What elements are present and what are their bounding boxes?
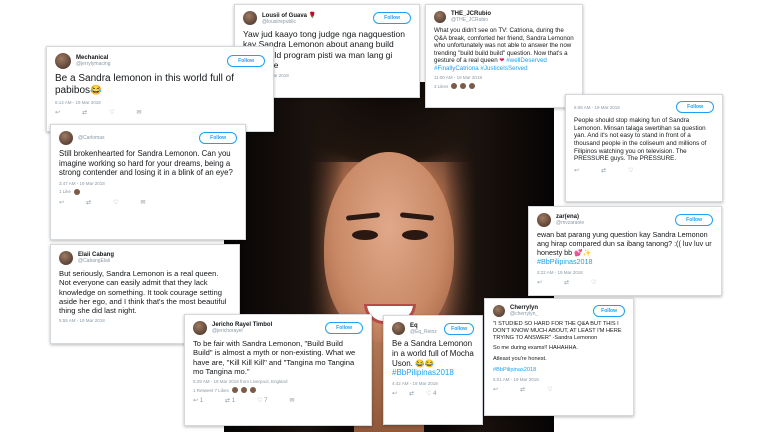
like-icon[interactable]: ♡ <box>426 391 431 397</box>
heart-icon: ❤ <box>499 57 505 65</box>
like-count: 7 <box>264 398 268 404</box>
like-icon[interactable]: ♡ <box>257 398 262 404</box>
tweet-text: But seriously, Sandra Lemonon is a real … <box>59 269 227 315</box>
dm-icon[interactable]: ✉ <box>136 109 141 116</box>
tweet-carlomas: @Carlomas Follow Still brokenhearted for… <box>50 124 246 240</box>
retweet-icon[interactable]: ⇄ <box>86 199 91 206</box>
tweet-author-handle: @Carlomas <box>78 135 105 141</box>
likes-count[interactable]: 1 Like <box>59 189 71 194</box>
tweet-pressure: 6:08 AM - 19 Mar 2018 Follow People shou… <box>565 94 723 202</box>
laughing-emoji-icon: 😂 <box>90 85 102 97</box>
like-icon[interactable]: ♡ <box>628 167 633 174</box>
avatar[interactable] <box>537 213 551 227</box>
tweet-text: "I STUDIED SO HARD FOR THE Q&A BUT THIS … <box>493 321 622 341</box>
retweet-count: 1 <box>231 398 236 404</box>
avatar[interactable] <box>493 305 505 317</box>
retweet-icon[interactable]: ⇄ <box>225 398 230 404</box>
tweet-author-handle: @Eq_Reinz <box>410 328 437 335</box>
reply-icon[interactable]: ↩ <box>55 109 60 116</box>
reply-icon[interactable]: ↩ <box>193 398 198 404</box>
tweet-author-handle: @jerichorayel <box>212 328 243 334</box>
follow-button[interactable]: Follow <box>593 305 625 317</box>
tweet-timestamp[interactable]: 5:01 AM - 19 Mar 2018 <box>493 377 625 382</box>
like-icon[interactable]: ♡ <box>113 199 118 206</box>
follow-button[interactable]: Follow <box>373 12 411 24</box>
follow-button[interactable]: Follow <box>444 322 474 335</box>
like-icon[interactable]: ♡ <box>109 109 114 116</box>
tweet-timestamp[interactable]: 6:14 AM - 19 Mar 2018 <box>55 100 265 105</box>
tweet-text: ewan bat parang yung question kay Sandra… <box>537 230 712 257</box>
avatar[interactable] <box>59 251 73 265</box>
hashtag-link[interactable]: #BbPilipinas2018 <box>392 368 454 377</box>
tweet-text: Atleast you're honest. <box>493 356 547 363</box>
tweet-text: Be a Sandra lemonon in this world full o… <box>55 73 234 97</box>
like-count: 4 <box>433 391 437 397</box>
follow-button[interactable]: Follow <box>325 322 363 334</box>
like-icon[interactable]: ♡ <box>591 279 596 286</box>
tweet-timestamp[interactable]: 4:42 AM - 19 Mar 2018 <box>392 381 474 386</box>
follow-button[interactable]: Follow <box>676 101 714 113</box>
retweet-icon[interactable]: ⇄ <box>564 279 569 286</box>
liker-avatar[interactable] <box>460 83 467 90</box>
tweet-cherrylyn: Cherrylyn @cherrylyn_ Follow "I STUDIED … <box>484 298 634 416</box>
tweet-author-handle: @CabangElaii <box>78 258 111 264</box>
avatar[interactable] <box>392 322 405 335</box>
dm-icon[interactable]: ✉ <box>290 397 295 404</box>
liker-avatar[interactable] <box>249 387 256 393</box>
laughing-emoji-icon: 😂😂 <box>415 358 435 368</box>
follow-button[interactable]: Follow <box>227 55 265 67</box>
avatar[interactable] <box>193 321 207 335</box>
tweet-text: Still brokenhearted for Sandra Lemonon. … <box>59 149 233 177</box>
retweet-icon[interactable]: ⇄ <box>82 109 87 116</box>
tweet-text: To be fair with Sandra Lemonon, "Build B… <box>193 339 356 376</box>
liker-avatar[interactable] <box>469 83 476 90</box>
rose-icon: 🌹 <box>308 12 317 19</box>
tweet-timestamp[interactable]: 6:08 AM - 19 Mar 2018 <box>574 105 620 110</box>
hashtag-link[interactable]: #BbPilipinas2018 <box>493 367 625 374</box>
retweet-icon[interactable]: ⇄ <box>601 167 606 174</box>
tweet-timestamp[interactable]: 5:29 AM - 19 Mar 2018 from Liverpool, En… <box>193 379 363 384</box>
tweet-jericho: Jericho Rayel Timbol @jerichorayel Follo… <box>184 314 372 426</box>
retweet-icon[interactable]: ⇄ <box>409 390 414 397</box>
tweet-author-handle: @lousiirepublic <box>262 18 296 25</box>
liker-avatar[interactable] <box>74 188 81 195</box>
tweet-author-name: Lousii of Guava <box>262 12 308 19</box>
reply-icon[interactable]: ↩ <box>537 279 542 286</box>
avatar[interactable] <box>243 11 257 25</box>
reply-icon[interactable]: ↩ <box>493 386 498 393</box>
tweet-timestamp[interactable]: 3:47 AM - 19 Mar 2018 <box>59 181 237 186</box>
tweet-author-handle: @THE_JCRubio <box>451 17 489 23</box>
retweet-icon[interactable]: ⇄ <box>520 386 525 393</box>
follow-button[interactable]: Follow <box>199 132 237 144</box>
avatar[interactable] <box>434 11 446 23</box>
sparkle-heart-emoji-icon: 💕✨ <box>574 249 592 257</box>
likes-count[interactable]: 3 Likes <box>434 84 448 89</box>
hashtag-link[interactable]: #BbPilipinas2018 <box>537 257 593 266</box>
tweet-author-handle: @cherrylyn_ <box>510 311 539 317</box>
tweet-timestamp[interactable]: 11:00 AM - 19 Mar 2018 <box>434 75 574 80</box>
reply-icon[interactable]: ↩ <box>59 199 64 206</box>
tweet-zarlena: zar(ena) @mvzaranie Follow ewan bat para… <box>528 206 722 296</box>
liker-avatar[interactable] <box>240 387 247 393</box>
like-icon[interactable]: ♡ <box>547 386 552 393</box>
tweet-eq: Eq @Eq_Reinz Follow Be a Sandra Lemonon … <box>383 315 483 425</box>
liker-avatar[interactable] <box>231 387 238 393</box>
reply-icon[interactable]: ↩ <box>574 167 579 174</box>
tweet-jcrubio: THE_JCRubio @THE_JCRubio What you didn't… <box>425 4 583 108</box>
engagement-count[interactable]: 1 Retweet 7 Likes <box>193 388 229 393</box>
tweet-text: So me during exams!! HAHAHHA. <box>493 345 578 352</box>
tweet-author-handle: @jerrylymacing <box>76 61 111 67</box>
dm-icon[interactable]: ✉ <box>140 199 145 206</box>
avatar[interactable] <box>55 53 71 69</box>
follow-button[interactable]: Follow <box>675 214 713 226</box>
avatar[interactable] <box>59 131 73 145</box>
tweet-mechanical: Mechanical @jerrylymacing Follow Be a Sa… <box>46 46 274 132</box>
liker-avatar[interactable] <box>451 83 458 90</box>
tweet-timestamp[interactable]: 3:22 AM - 19 Mar 2018 <box>537 270 713 275</box>
tweet-author-handle: @mvzaranie <box>556 220 585 226</box>
reply-icon[interactable]: ↩ <box>392 390 397 397</box>
tweet-text: People should stop making fun of Sandra … <box>574 117 707 163</box>
reply-count: 1 <box>199 398 204 404</box>
